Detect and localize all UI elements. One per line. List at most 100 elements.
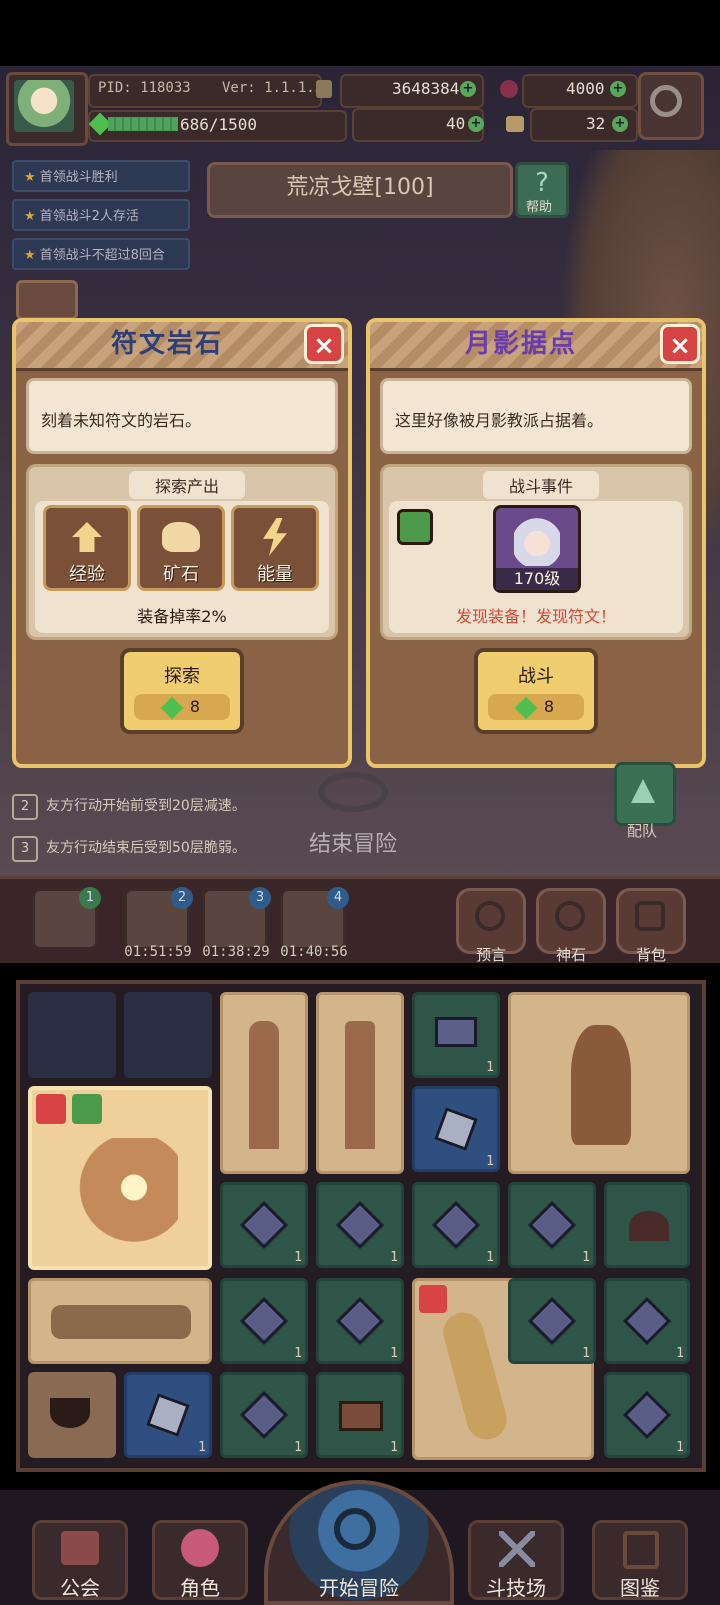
quest-item-3: ★ 首领战斗不超过8回合 [12, 238, 190, 270]
grid-cell-dead-tree[interactable] [508, 992, 690, 1174]
ore-icon [239, 1200, 289, 1250]
backpack-label: 背包 [635, 946, 666, 964]
item-count: 1 [486, 1250, 494, 1265]
close-button[interactable]: × [304, 324, 344, 364]
moon-stronghold-panel: 月影据点 × 这里好像被月影教派占据着。 战斗事件 170级 发现装备！发现符文… [366, 318, 706, 768]
discover-text: 发现装备！发现符文！ [455, 607, 616, 626]
item-count: 1 [486, 1154, 494, 1169]
item-count: 1 [198, 1440, 206, 1455]
effect-number: 3 [12, 836, 38, 862]
grid-cell-ore[interactable]: 1 [316, 1182, 404, 1268]
reward-ore[interactable]: 矿石 [137, 505, 225, 591]
team-label: 配队 [626, 822, 657, 840]
cost-value: 8 [543, 697, 555, 716]
ore-icon [622, 1296, 672, 1346]
ore-icon [239, 1390, 289, 1440]
gold-coin-icon [316, 80, 332, 98]
grid-cell-ore[interactable]: 1 [316, 1278, 404, 1364]
slot-timer: 01:51:59 [124, 944, 192, 960]
grid-cell-totem[interactable] [220, 992, 308, 1174]
battle-event-section: 战斗事件 170级 发现装备！发现符文！ [380, 464, 692, 640]
party-slot-3[interactable]: 3 [202, 887, 271, 950]
question-icon: ? [535, 168, 549, 198]
enemy-portrait[interactable]: 170级 [493, 505, 581, 593]
effect-text: 友方行动结束后受到50层脆弱。 [46, 840, 246, 856]
grid-cell-ore[interactable]: 1 [508, 1182, 596, 1268]
player-avatar[interactable] [14, 80, 74, 132]
grid-cell-chest[interactable]: 1 [412, 992, 500, 1078]
item-count: 1 [294, 1250, 302, 1265]
effect-item-3: 3 友方行动结束后受到50层脆弱。 [12, 832, 282, 864]
section-label: 探索产出 [129, 471, 245, 499]
location-name: 荒凉戈壁[100] [286, 175, 434, 200]
panel-title: 符文岩石 [110, 329, 223, 359]
description-text: 刻着未知符文的岩石。 [41, 411, 202, 430]
party-slot-1[interactable]: 1 [32, 887, 101, 950]
ore-icon [622, 1390, 672, 1440]
grid-cell-ore[interactable]: 1 [412, 1182, 500, 1268]
treasure-chest-icon[interactable] [16, 280, 78, 320]
grid-cell-stone[interactable]: 1 [412, 1086, 500, 1172]
star-badge-icon [36, 1094, 66, 1124]
panel-header: 符文岩石 [16, 322, 348, 371]
explore-output-section: 探索产出 经验 矿石 能量 装备掉率2% [26, 464, 338, 640]
add-gold-icon[interactable]: + [460, 81, 476, 97]
slot-timer: 01:38:29 [202, 944, 270, 960]
gold-value: 3648384 [392, 79, 460, 98]
basket-icon [339, 1401, 383, 1431]
grid-cell-ore[interactable]: 1 [508, 1278, 596, 1364]
item-count: 1 [390, 1440, 398, 1455]
energy-bar-fill [108, 117, 178, 131]
grid-cell-ore[interactable]: 1 [604, 1372, 690, 1458]
reward-energy[interactable]: 能量 [231, 505, 319, 591]
key-icon [506, 116, 524, 132]
prophecy-label: 预言 [475, 946, 506, 964]
grid-cell-basket[interactable]: 1 [316, 1372, 404, 1458]
ore-icon [335, 1296, 385, 1346]
party-slot-2[interactable]: 2 [124, 887, 193, 950]
end-adventure-button[interactable]: 结束冒险 [298, 826, 408, 858]
gem-value: 4000 [566, 79, 605, 98]
grid-cell-cave[interactable] [604, 1182, 690, 1268]
clover-value: 40 [446, 114, 466, 133]
grid-cell-log[interactable] [28, 1278, 212, 1364]
grid-cell-stone[interactable]: 1 [124, 1372, 212, 1458]
status-bar-area [0, 0, 720, 66]
grid-cell-ore[interactable]: 1 [220, 1182, 308, 1268]
battle-label: 战斗 [518, 666, 554, 687]
grid-cell-ore[interactable]: 1 [220, 1278, 308, 1364]
add-clover-icon[interactable]: + [468, 116, 484, 132]
quest-label: 首领战斗2人存活 [39, 209, 139, 224]
drop-rate-text: 装备掉率2% [137, 607, 227, 626]
slot-number: 3 [249, 887, 271, 909]
add-gem-icon[interactable]: + [610, 81, 626, 97]
item-count: 1 [390, 1346, 398, 1361]
team-button[interactable] [614, 762, 676, 826]
star-icon: ★ [24, 170, 36, 185]
stone-icon [434, 1107, 478, 1151]
magnifier-icon [334, 1508, 376, 1550]
grid-cell-totem[interactable] [316, 992, 404, 1174]
slot-number: 2 [171, 887, 193, 909]
quest-label: 首领战斗胜利 [39, 170, 118, 185]
explore-button[interactable]: 探索 8 [120, 648, 244, 734]
close-button[interactable]: × [660, 324, 700, 364]
energy-value: 686/1500 [180, 115, 258, 134]
grid-cell-cauldron[interactable] [28, 1372, 116, 1458]
enemy-face-icon [514, 516, 560, 566]
reward-exp[interactable]: 经验 [43, 505, 131, 591]
pid-text: PID: 118033 [98, 80, 191, 96]
explore-label: 探索 [164, 666, 200, 687]
grid-cell-ore[interactable]: 1 [220, 1372, 308, 1458]
add-key-icon[interactable]: + [612, 116, 628, 132]
party-slot-4[interactable]: 4 [280, 887, 349, 950]
exp-up-icon [72, 522, 102, 552]
grid-cell-rune-rock-selected[interactable] [28, 1086, 212, 1270]
battle-button[interactable]: 战斗 8 [474, 648, 598, 734]
reward-label: 经验 [69, 564, 105, 585]
ore-icon [162, 522, 200, 552]
item-count: 1 [676, 1440, 684, 1455]
grid-cell-ore[interactable]: 1 [604, 1278, 690, 1364]
thumbs-up-icon [397, 509, 433, 545]
section-label: 战斗事件 [483, 471, 599, 499]
